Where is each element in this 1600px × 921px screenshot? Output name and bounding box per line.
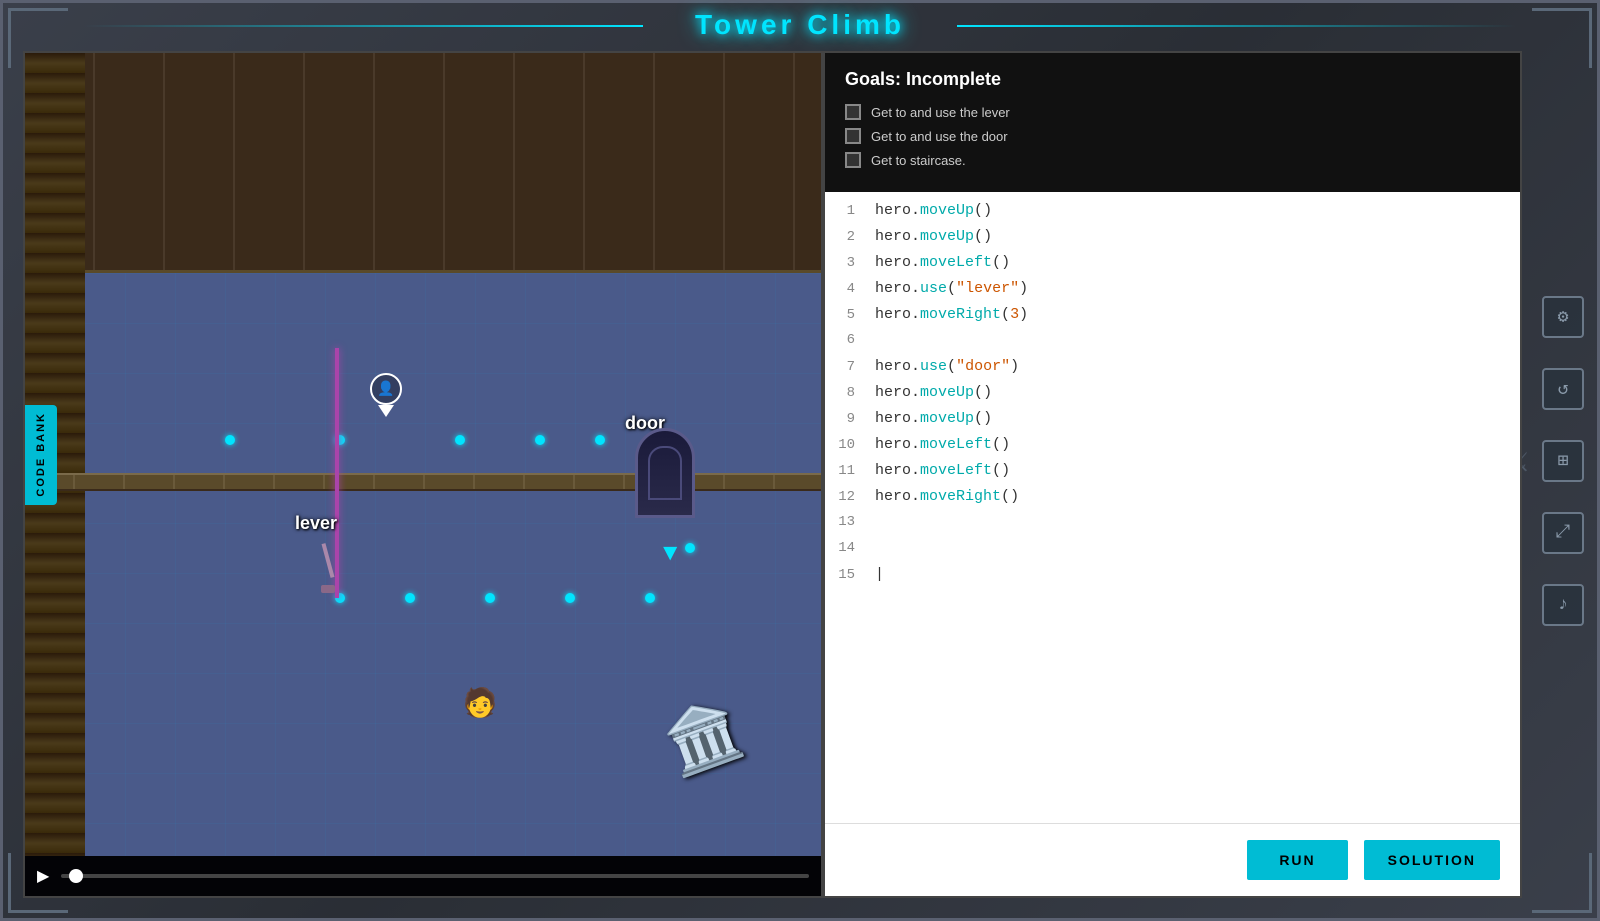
play-button[interactable]: ▶: [37, 866, 49, 886]
line-number-7: 7: [825, 359, 875, 375]
line-number-3: 3: [825, 255, 875, 271]
line-number-12: 12: [825, 489, 875, 505]
hero-character: 🧑: [465, 683, 495, 723]
goals-section: Goals: Incomplete Get to and use the lev…: [825, 53, 1520, 192]
run-button[interactable]: RUN: [1247, 840, 1347, 880]
right-panel: Goals: Incomplete Get to and use the lev…: [823, 51, 1522, 898]
line-content-7: hero.use("door"): [875, 358, 1520, 375]
goal-checkbox-lever[interactable]: [845, 104, 861, 120]
editor-footer: RUN SOLUTION: [825, 823, 1520, 896]
line-number-1: 1: [825, 203, 875, 219]
line-number-8: 8: [825, 385, 875, 401]
line-number-10: 10: [825, 437, 875, 453]
main-content: 👤 lever door ▼ 🧑 🏛️: [23, 51, 1522, 898]
line-number-14: 14: [825, 540, 875, 556]
line-content-12: hero.moveRight(): [875, 488, 1520, 505]
outer-frame: Tower Climb ⚙ ↺ ⊞ ⤢ ♪ ⚔: [0, 0, 1600, 921]
refresh-icon[interactable]: ↺: [1542, 368, 1584, 410]
game-scene: 👤 lever door ▼ 🧑 🏛️: [25, 53, 821, 856]
volume-icon[interactable]: ♪: [1542, 584, 1584, 626]
map-icon[interactable]: ⊞: [1542, 440, 1584, 482]
resize-icon[interactable]: ⤢: [1542, 512, 1584, 554]
goal-text-lever: Get to and use the lever: [871, 105, 1010, 120]
app-title: Tower Climb: [695, 9, 905, 41]
lever-object: [313, 543, 343, 593]
line-content-2: hero.moveUp(): [875, 228, 1520, 245]
code-editor[interactable]: 1hero.moveUp()2hero.moveUp()3hero.moveLe…: [825, 192, 1520, 823]
code-line-9[interactable]: 9hero.moveUp(): [825, 408, 1520, 434]
solution-button[interactable]: SOLUTION: [1364, 840, 1500, 880]
code-line-10[interactable]: 10hero.moveLeft(): [825, 434, 1520, 460]
title-bar: Tower Climb: [3, 3, 1597, 47]
code-line-15[interactable]: 15: [825, 564, 1520, 590]
code-line-14[interactable]: 14: [825, 538, 1520, 564]
line-content-15: [875, 566, 1520, 583]
line-content-3: hero.moveLeft(): [875, 254, 1520, 271]
door-object: [635, 428, 695, 518]
line-content-4: hero.use("lever"): [875, 280, 1520, 297]
line-content-8: hero.moveUp(): [875, 384, 1520, 401]
code-line-2[interactable]: 2hero.moveUp(): [825, 226, 1520, 252]
line-number-5: 5: [825, 307, 875, 323]
code-line-4[interactable]: 4hero.use("lever"): [825, 278, 1520, 304]
goal-item-door: Get to and use the door: [845, 128, 1500, 144]
progress-track[interactable]: [61, 874, 809, 878]
wall-top: [25, 53, 821, 273]
line-number-6: 6: [825, 332, 875, 348]
goal-text-staircase: Get to staircase.: [871, 153, 966, 168]
code-bank-label: CODE BANK: [35, 412, 47, 497]
line-content-11: hero.moveLeft(): [875, 462, 1520, 479]
code-line-12[interactable]: 12hero.moveRight(): [825, 486, 1520, 512]
goals-title: Goals: Incomplete: [845, 69, 1500, 90]
code-line-11[interactable]: 11hero.moveLeft(): [825, 460, 1520, 486]
line-number-15: 15: [825, 567, 875, 583]
line-number-9: 9: [825, 411, 875, 427]
game-viewport[interactable]: 👤 lever door ▼ 🧑 🏛️: [23, 51, 823, 898]
code-line-13[interactable]: 13: [825, 512, 1520, 538]
door-arrow: ▼: [663, 541, 677, 568]
goal-text-door: Get to and use the door: [871, 129, 1008, 144]
line-number-2: 2: [825, 229, 875, 245]
gear-icon[interactable]: ⚙: [1542, 296, 1584, 338]
line-number-13: 13: [825, 514, 875, 530]
goal-checkbox-door[interactable]: [845, 128, 861, 144]
playback-bar: ▶: [25, 856, 821, 896]
line-content-10: hero.moveLeft(): [875, 436, 1520, 453]
code-line-7[interactable]: 7hero.use("door"): [825, 356, 1520, 382]
progress-thumb[interactable]: [69, 869, 83, 883]
goal-item-lever: Get to and use the lever: [845, 104, 1500, 120]
line-content-9: hero.moveUp(): [875, 410, 1520, 427]
code-line-5[interactable]: 5hero.moveRight(3): [825, 304, 1520, 330]
code-line-1[interactable]: 1hero.moveUp(): [825, 200, 1520, 226]
hero-marker: 👤: [370, 373, 402, 417]
goal-checkbox-staircase[interactable]: [845, 152, 861, 168]
goal-item-staircase: Get to staircase.: [845, 152, 1500, 168]
code-line-8[interactable]: 8hero.moveUp(): [825, 382, 1520, 408]
lever-label: lever: [295, 513, 337, 534]
code-line-3[interactable]: 3hero.moveLeft(): [825, 252, 1520, 278]
code-line-6[interactable]: 6: [825, 330, 1520, 356]
line-number-4: 4: [825, 281, 875, 297]
line-number-11: 11: [825, 463, 875, 479]
line-content-5: hero.moveRight(3): [875, 306, 1520, 323]
platform-mid: [25, 473, 821, 491]
right-sidebar: ⚙ ↺ ⊞ ⤢ ♪: [1529, 3, 1597, 918]
code-bank-tab[interactable]: CODE BANK: [25, 405, 57, 505]
line-content-1: hero.moveUp(): [875, 202, 1520, 219]
